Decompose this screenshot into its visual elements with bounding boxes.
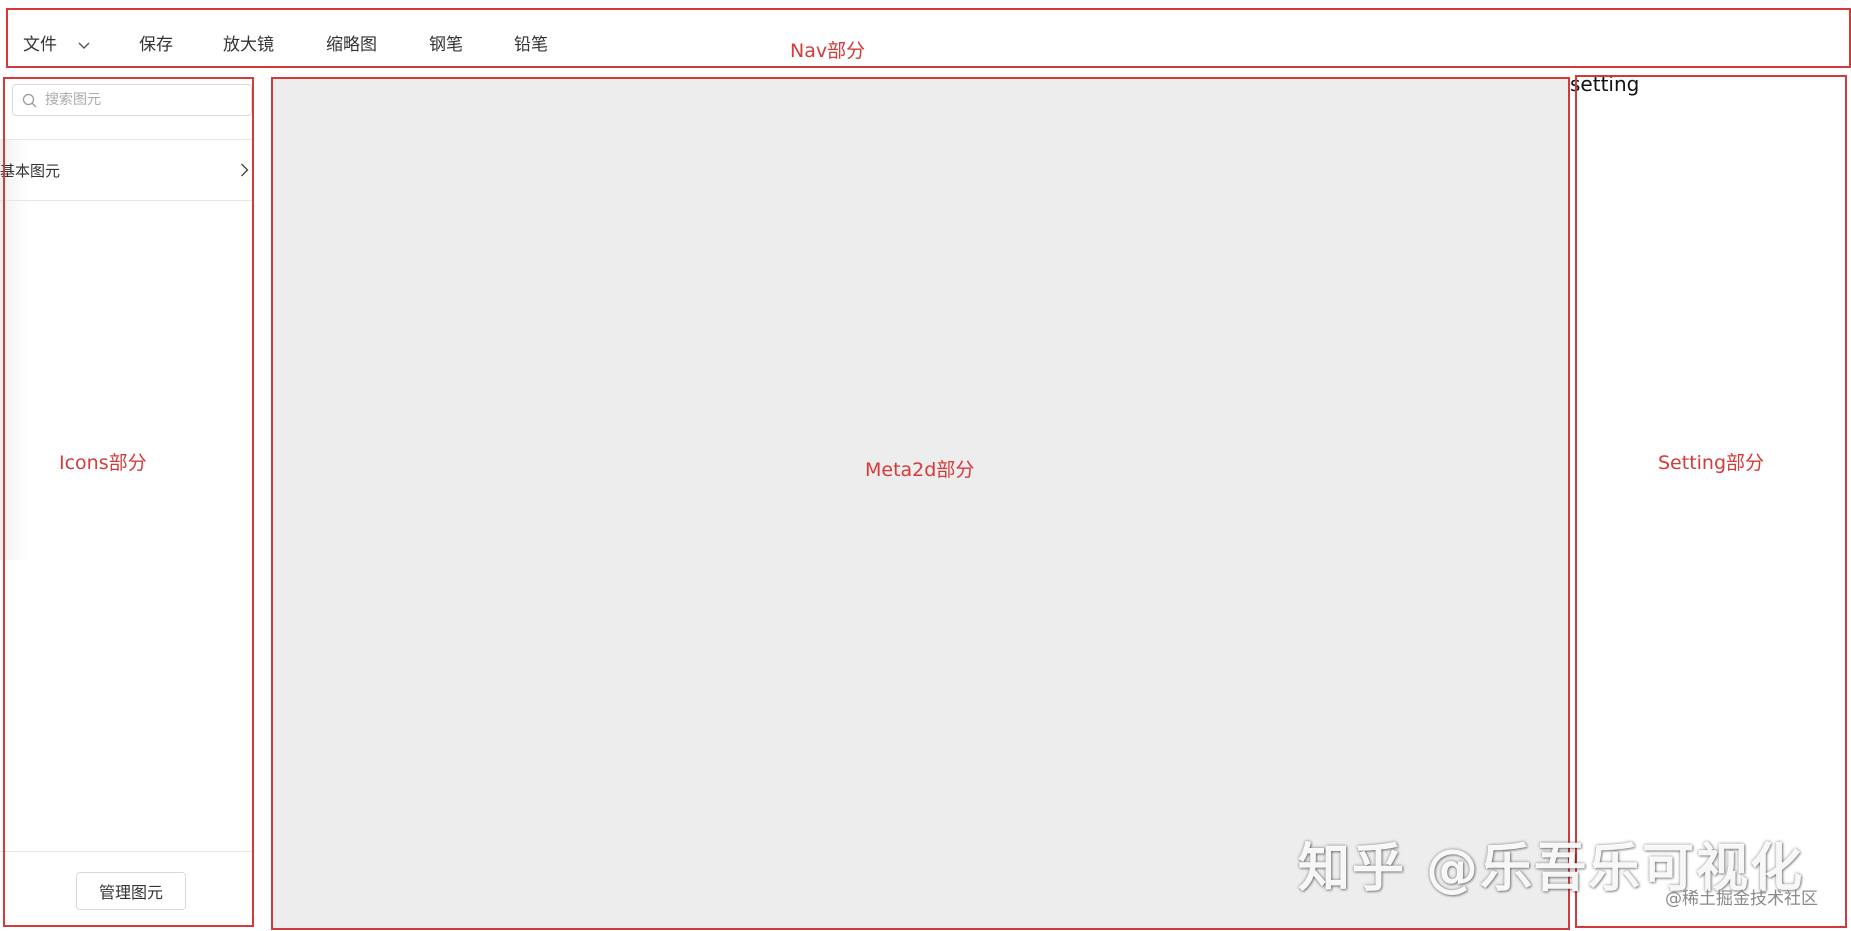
icons-region-label: Icons部分 <box>59 452 147 474</box>
canvas-region-label: Meta2d部分 <box>865 459 975 481</box>
setting-annotation-box <box>1575 75 1847 928</box>
nav-region-label: Nav部分 <box>790 40 866 62</box>
watermark-juejin: @稀土掘金技术社区 <box>1665 889 1818 909</box>
nav-annotation-box <box>6 8 1851 68</box>
icons-annotation-box <box>3 77 254 927</box>
setting-region-label: Setting部分 <box>1658 452 1765 474</box>
canvas-annotation-box <box>271 77 1570 930</box>
